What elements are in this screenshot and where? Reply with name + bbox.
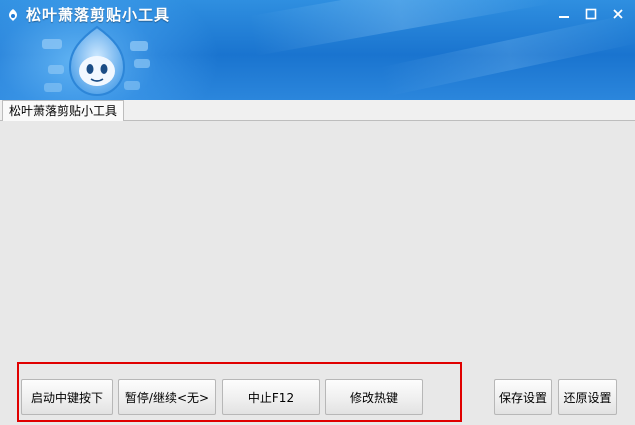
close-button[interactable] (607, 4, 629, 24)
mascot-logo (42, 25, 150, 97)
maximize-icon (585, 8, 597, 20)
close-icon (613, 9, 623, 19)
tab-strip: 松叶萧落剪贴小工具 (0, 100, 635, 121)
tab-main[interactable]: 松叶萧落剪贴小工具 (2, 100, 125, 121)
edit-hotkey-button[interactable]: 修改热键 (325, 379, 423, 415)
window-title: 松叶萧落剪贴小工具 (26, 6, 171, 24)
title-banner: 松叶萧落剪贴小工具 (0, 0, 635, 100)
restore-settings-button[interactable]: 还原设置 (558, 379, 617, 415)
stop-button[interactable]: 中止F12 (222, 379, 320, 415)
save-settings-button[interactable]: 保存设置 (494, 379, 552, 415)
minimize-button[interactable] (553, 4, 575, 24)
start-button[interactable]: 启动中键按下 (21, 379, 113, 415)
app-icon (6, 7, 20, 21)
minimize-icon (559, 16, 569, 18)
maximize-button[interactable] (580, 4, 602, 24)
pause-resume-button[interactable]: 暂停/继续<无> (118, 379, 216, 415)
